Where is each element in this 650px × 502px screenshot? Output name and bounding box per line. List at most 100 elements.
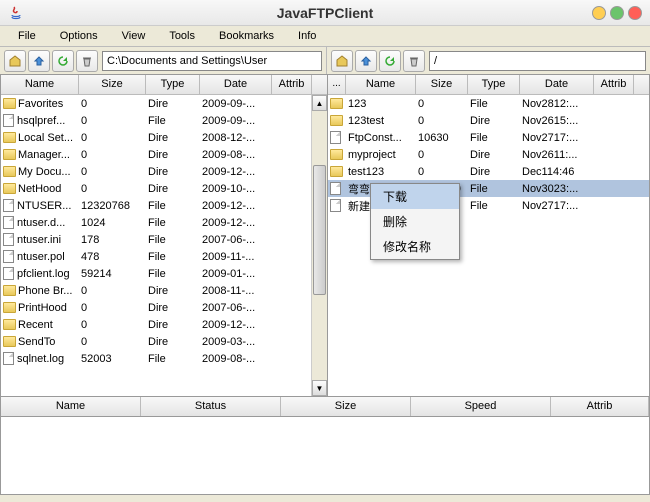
col-dots[interactable]: ... <box>328 75 346 94</box>
table-row[interactable]: hsqlpref...0File2009-09-... <box>1 112 327 129</box>
up-button[interactable] <box>28 50 50 72</box>
file-type: File <box>146 250 200 264</box>
remote-path-input[interactable] <box>429 51 646 71</box>
table-row[interactable]: My Docu...0Dire2009-12-... <box>1 163 327 180</box>
file-attrib <box>272 273 312 275</box>
remote-home-button[interactable] <box>331 50 353 72</box>
status-col-name[interactable]: Name <box>1 397 141 416</box>
folder-icon <box>330 166 343 177</box>
file-size: 0 <box>79 182 146 196</box>
folder-icon <box>3 166 16 177</box>
table-row[interactable]: NTUSER...12320768File2009-12-... <box>1 197 327 214</box>
table-row[interactable]: sqlnet.log52003File2009-08-... <box>1 350 327 367</box>
table-row[interactable]: ntuser.d...1024File2009-12-... <box>1 214 327 231</box>
folder-icon <box>3 183 16 194</box>
file-date: 2007-06-... <box>200 233 272 247</box>
status-col-speed[interactable]: Speed <box>411 397 551 416</box>
file-size: 1024 <box>79 216 146 230</box>
file-name: myproject <box>346 148 416 162</box>
menu-info[interactable]: Info <box>288 28 326 44</box>
file-type: File <box>146 267 200 281</box>
col-attrib[interactable]: Attrib <box>272 75 312 94</box>
col-date[interactable]: Date <box>520 75 594 94</box>
maximize-button[interactable] <box>610 6 624 20</box>
menu-bookmarks[interactable]: Bookmarks <box>209 28 284 44</box>
table-row[interactable]: myproject0DireNov2611:... <box>328 146 649 163</box>
table-row[interactable]: test1230DireDec114:46 <box>328 163 649 180</box>
home-button[interactable] <box>4 50 26 72</box>
status-col-attrib[interactable]: Attrib <box>551 397 649 416</box>
local-path-input[interactable] <box>102 51 322 71</box>
file-attrib <box>272 324 312 326</box>
table-row[interactable]: Recent0Dire2009-12-... <box>1 316 327 333</box>
file-date: 2009-10-... <box>200 182 272 196</box>
file-type: File <box>468 131 520 145</box>
file-name: NetHood <box>18 183 61 195</box>
table-row[interactable]: 123test0DireNov2615:... <box>328 112 649 129</box>
file-icon <box>3 199 14 212</box>
scroll-thumb[interactable] <box>313 165 326 295</box>
col-size[interactable]: Size <box>416 75 468 94</box>
menu-tools[interactable]: Tools <box>159 28 205 44</box>
table-row[interactable]: PrintHood0Dire2007-06-... <box>1 299 327 316</box>
table-row[interactable]: Local Set...0Dire2008-12-... <box>1 129 327 146</box>
menu-view[interactable]: View <box>112 28 156 44</box>
close-button[interactable] <box>628 6 642 20</box>
col-name[interactable]: Name <box>346 75 416 94</box>
file-icon <box>3 114 14 127</box>
menu-options[interactable]: Options <box>50 28 108 44</box>
local-scrollbar[interactable]: ▲ ▼ <box>311 95 327 396</box>
folder-icon <box>330 115 343 126</box>
status-col-status[interactable]: Status <box>141 397 281 416</box>
file-attrib <box>594 188 634 190</box>
col-type[interactable]: Type <box>468 75 520 94</box>
file-date: 2009-03-... <box>200 335 272 349</box>
status-col-size[interactable]: Size <box>281 397 411 416</box>
col-date[interactable]: Date <box>200 75 272 94</box>
table-row[interactable]: ntuser.ini178File2007-06-... <box>1 231 327 248</box>
file-size: 0 <box>79 148 146 162</box>
file-type: Dire <box>146 335 200 349</box>
scroll-down-icon[interactable]: ▼ <box>312 380 327 396</box>
folder-icon <box>3 302 16 313</box>
context-menu-item[interactable]: 修改名称 <box>371 234 459 259</box>
file-size: 0 <box>416 114 468 128</box>
file-name: FtpConst... <box>346 131 416 145</box>
table-row[interactable]: Favorites0Dire2009-09-... <box>1 95 327 112</box>
minimize-button[interactable] <box>592 6 606 20</box>
table-row[interactable]: ntuser.pol478File2009-11-... <box>1 248 327 265</box>
toolbar <box>0 46 650 74</box>
refresh-button[interactable] <box>52 50 74 72</box>
table-row[interactable]: pfclient.log59214File2009-01-... <box>1 265 327 282</box>
file-date: 2009-12-... <box>200 165 272 179</box>
table-row[interactable]: Manager...0Dire2009-08-... <box>1 146 327 163</box>
table-row[interactable]: FtpConst...10630FileNov2717:... <box>328 129 649 146</box>
col-attrib[interactable]: Attrib <box>594 75 634 94</box>
delete-button[interactable] <box>76 50 98 72</box>
folder-icon <box>330 149 343 160</box>
file-type: File <box>146 352 200 366</box>
remote-up-button[interactable] <box>355 50 377 72</box>
col-size[interactable]: Size <box>79 75 146 94</box>
table-row[interactable]: 1230FileNov2812:... <box>328 95 649 112</box>
table-row[interactable]: Phone Br...0Dire2008-11-... <box>1 282 327 299</box>
context-menu-item[interactable]: 删除 <box>371 209 459 234</box>
col-type[interactable]: Type <box>146 75 200 94</box>
table-row[interactable]: NetHood0Dire2009-10-... <box>1 180 327 197</box>
file-attrib <box>272 239 312 241</box>
transfer-body <box>0 417 650 495</box>
context-menu-item[interactable]: 下载 <box>371 184 459 209</box>
remote-delete-button[interactable] <box>403 50 425 72</box>
local-rows[interactable]: Favorites0Dire2009-09-...hsqlpref...0Fil… <box>1 95 327 367</box>
scroll-up-icon[interactable]: ▲ <box>312 95 327 111</box>
file-icon <box>3 352 14 365</box>
file-attrib <box>272 205 312 207</box>
remote-refresh-button[interactable] <box>379 50 401 72</box>
table-row[interactable]: SendTo0Dire2009-03-... <box>1 333 327 350</box>
file-date: 2009-09-... <box>200 114 272 128</box>
col-name[interactable]: Name <box>1 75 79 94</box>
file-date: Nov2615:... <box>520 114 594 128</box>
file-name: Phone Br... <box>18 285 72 297</box>
menu-file[interactable]: File <box>8 28 46 44</box>
file-type: Dire <box>146 318 200 332</box>
